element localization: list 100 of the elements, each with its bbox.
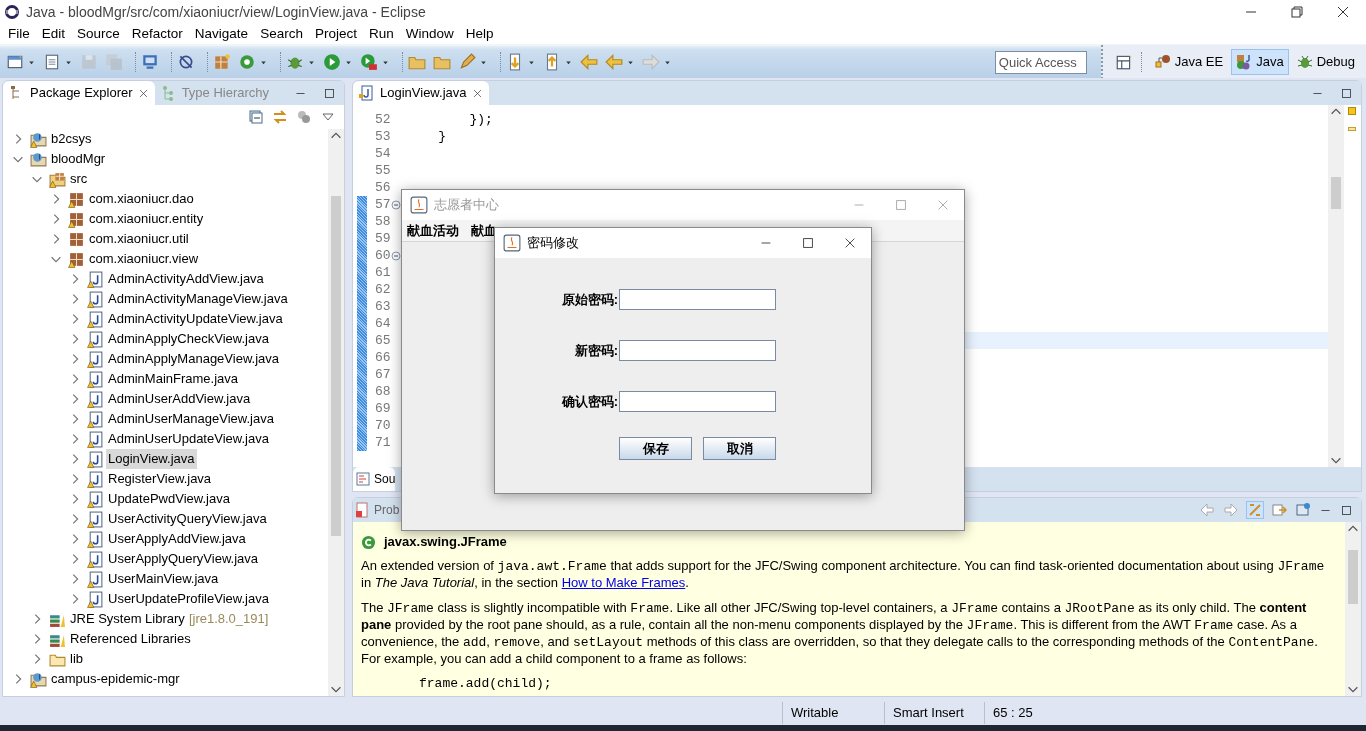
password-field[interactable] — [619, 289, 776, 310]
collapse-all-icon[interactable] — [248, 109, 264, 125]
password-field[interactable] — [619, 391, 776, 412]
monitor-icon[interactable] — [141, 53, 159, 71]
code-line: }); — [468, 111, 494, 128]
panel-tab[interactable]: LoginView.java — [353, 81, 489, 105]
forward-icon[interactable] — [1223, 502, 1239, 518]
maximize-icon[interactable] — [1340, 86, 1353, 100]
password-field[interactable] — [619, 340, 776, 361]
tree-item[interactable]: com.xiaoniucr.view — [87, 249, 201, 269]
code-sample: frame.add(child); — [418, 676, 553, 692]
tree-item[interactable]: AdminUserUpdateView.java — [106, 429, 271, 449]
restore-icon[interactable] — [1289, 4, 1305, 20]
tab-label: Type Hierarchy — [181, 84, 270, 103]
slashed-circle-icon[interactable] — [177, 53, 195, 71]
link-arrows-icon[interactable] — [272, 109, 288, 125]
line-number: 58 — [375, 212, 391, 231]
tree-item[interactable]: AdminApplyCheckView.java — [106, 329, 271, 349]
line-number: 60 — [375, 246, 391, 265]
scroll-thumb[interactable] — [1331, 177, 1341, 209]
menu-item[interactable]: File — [2, 23, 36, 45]
source-tab[interactable]: Sou — [353, 467, 396, 491]
perspective-button[interactable]: Java — [1231, 49, 1289, 75]
window-title: 密码修改 — [527, 234, 579, 253]
problems-icon — [355, 502, 371, 518]
tree-item[interactable]: src — [68, 169, 90, 189]
menu-item[interactable]: Project — [308, 23, 363, 45]
quick-access-field[interactable]: Quick Access — [994, 50, 1087, 74]
panel-tab[interactable]: Prob — [353, 498, 400, 522]
menu-item[interactable]: Run — [362, 23, 400, 45]
maximize-icon[interactable] — [1340, 503, 1353, 517]
line-number: 52 — [375, 110, 391, 129]
menu-item[interactable]: Navigate — [188, 23, 255, 45]
tree-item[interactable]: AdminActivityUpdateView.java — [106, 309, 285, 329]
tree-item[interactable]: com.xiaoniucr.dao — [87, 189, 196, 209]
menu-item[interactable]: Search — [254, 23, 309, 45]
close-icon[interactable] — [843, 236, 857, 250]
field-label: 确认密码: — [560, 392, 619, 411]
filter-icon[interactable] — [296, 109, 312, 125]
tree-item[interactable]: com.xiaoniucr.util — [87, 229, 191, 249]
tree-item[interactable]: b2csys — [49, 129, 94, 149]
tree-item[interactable]: UpdatePwdView.java — [106, 489, 232, 509]
line-number: 65 — [375, 331, 391, 350]
run-tool-icon[interactable] — [360, 53, 378, 71]
maximize-icon[interactable] — [323, 86, 336, 100]
tree-item[interactable]: com.xiaoniucr.entity — [87, 209, 206, 229]
source-icon — [355, 471, 371, 487]
java-ee-icon — [1154, 54, 1171, 70]
window-title: Java - bloodMgr/src/com/xiaoniucr/view/LoginView.java - Eclipse — [26, 2, 426, 22]
menu-item[interactable]: Edit — [35, 23, 72, 45]
menu-item[interactable]: Source — [71, 23, 126, 45]
tree-item[interactable]: AdminUserManageView.java — [106, 409, 276, 429]
dialog-button[interactable]: 保存 — [619, 437, 692, 460]
library-version: [jre1.8.0_191] — [188, 610, 269, 629]
tab-label: LoginView.java — [380, 84, 467, 103]
tree-item[interactable]: AdminActivityAddView.java — [106, 269, 266, 289]
maximize-icon[interactable] — [801, 236, 815, 250]
tree-item[interactable]: UserActivityQueryView.java — [106, 509, 269, 529]
tree-item[interactable]: AdminApplyManageView.java — [106, 349, 282, 369]
collapse-icon[interactable] — [390, 250, 401, 261]
collapse-icon[interactable] — [390, 199, 401, 210]
left-arrow-icon[interactable] — [580, 53, 598, 71]
javadoc-title: javax.swing.JFrame — [384, 534, 507, 550]
status-field: 65 : 25 — [984, 701, 1069, 724]
tree-item[interactable]: UserApplyQueryView.java — [106, 549, 261, 569]
tree-item[interactable]: JRE System Library — [68, 609, 187, 629]
tree-item[interactable]: lib — [68, 649, 85, 669]
line-number: 66 — [375, 348, 391, 367]
menu-item[interactable]: Help — [459, 23, 500, 45]
tree-item[interactable]: AdminUserAddView.java — [106, 389, 253, 409]
tree-item[interactable]: AdminActivityManageView.java — [106, 289, 290, 309]
tree-item[interactable]: RegisterView.java — [106, 469, 214, 489]
scroll-thumb[interactable] — [1348, 550, 1358, 604]
document-icon[interactable] — [43, 53, 61, 71]
tree-item[interactable]: LoginView.java — [106, 449, 197, 469]
grid-icon[interactable] — [213, 53, 231, 71]
perspective-button[interactable]: Debug — [1291, 49, 1360, 75]
dialog-button[interactable]: 取消 — [703, 437, 776, 460]
tree-item[interactable]: AdminMainFrame.java — [106, 369, 241, 389]
close-icon[interactable] — [1335, 4, 1351, 20]
panel-tab[interactable]: Package Explorer — [3, 81, 155, 105]
scroll-thumb[interactable] — [331, 196, 341, 536]
overview-marker[interactable] — [1348, 127, 1356, 131]
menu-item[interactable]: Refactor — [125, 23, 189, 45]
tree-item[interactable]: UserApplyAddView.java — [106, 529, 248, 549]
menu-item[interactable]: 献血活动 — [407, 220, 459, 241]
back-icon[interactable] — [1199, 502, 1215, 518]
play-icon[interactable] — [323, 53, 341, 71]
tree-item[interactable]: bloodMgr — [49, 149, 108, 169]
pencil-icon[interactable] — [458, 53, 476, 71]
tree-item[interactable]: UserMainView.java — [106, 569, 221, 589]
window-icon[interactable] — [6, 53, 24, 71]
perspective-icon[interactable] — [1114, 53, 1133, 71]
menu-item[interactable]: Window — [399, 23, 460, 45]
perspective-button[interactable]: Java EE — [1149, 49, 1229, 75]
overview-marker[interactable] — [1348, 107, 1356, 115]
tree-item[interactable]: Referenced Libraries — [68, 629, 193, 649]
tree-item[interactable]: UserUpdateProfileView.java — [106, 589, 271, 609]
tree-item[interactable]: campus-epidemic-mgr — [49, 669, 182, 689]
open-input-icon[interactable] — [1271, 502, 1287, 518]
